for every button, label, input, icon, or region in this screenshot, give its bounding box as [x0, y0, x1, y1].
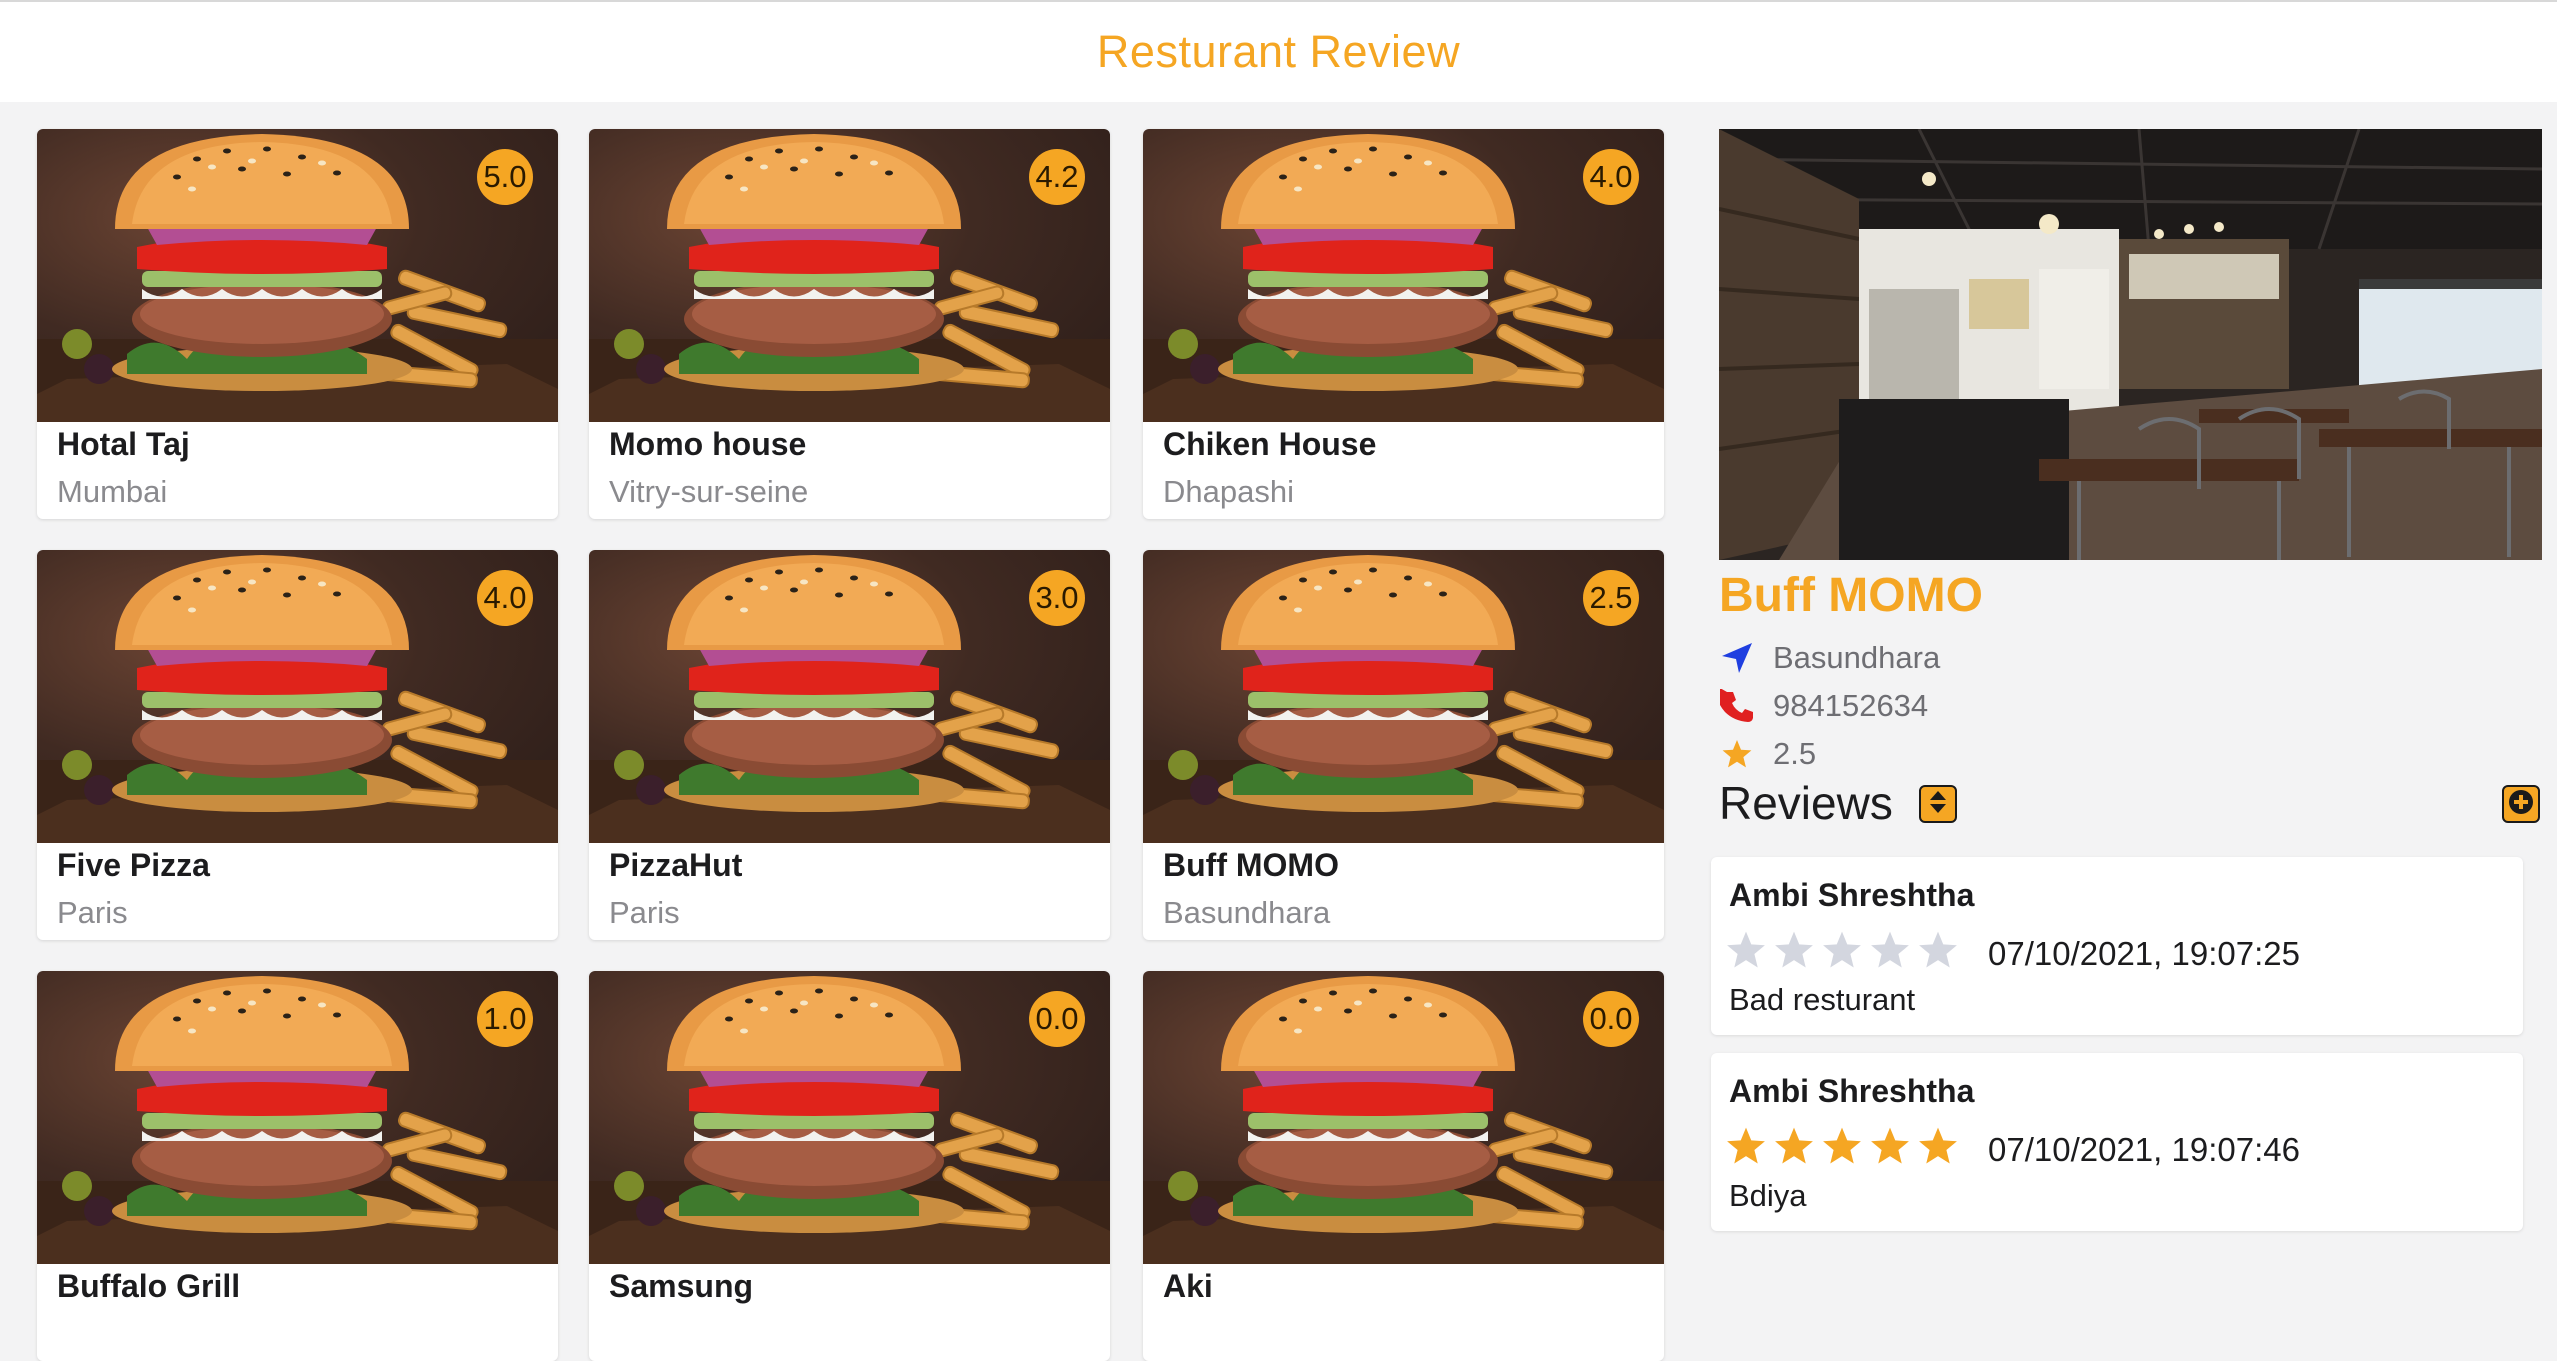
restaurant-card[interactable]: 1.0 Buffalo Grill [37, 971, 558, 1361]
rating-badge: 0.0 [1583, 991, 1639, 1047]
address-row: Basundhara [1719, 636, 1940, 680]
restaurant-name: Momo house [609, 426, 807, 462]
rating-badge: 1.0 [477, 991, 533, 1047]
phone-text: 984152634 [1773, 688, 1929, 723]
star-icon [1725, 1125, 1773, 1172]
review-star-rating [1725, 1125, 1965, 1172]
restaurant-location: Vitry-sur-seine [609, 474, 809, 509]
restaurant-location: Basundhara [1163, 895, 1331, 930]
rating-row: 2.5 [1719, 732, 1816, 776]
rating-badge: 5.0 [477, 149, 533, 205]
restaurant-card[interactable]: 4.2 Momo house Vitry-sur-seine [589, 129, 1110, 519]
star-icon [1869, 1125, 1917, 1172]
plus-circle-icon [2507, 788, 2535, 821]
phone-icon [1719, 688, 1755, 724]
restaurant-name: Buff MOMO [1163, 847, 1339, 883]
star-icon [1869, 929, 1917, 976]
rating-text: 2.5 [1773, 736, 1817, 771]
restaurant-card[interactable]: 0.0 Samsung [589, 971, 1110, 1361]
restaurant-card[interactable]: 3.0 PizzaHut Paris [589, 550, 1110, 940]
review-text: Bdiya [1729, 1178, 1807, 1213]
restaurant-name: Samsung [609, 1268, 754, 1304]
restaurant-location: Dhapashi [1163, 474, 1294, 509]
restaurant-image: 1.0 [37, 971, 558, 1264]
restaurant-name: Chiken House [1163, 426, 1377, 462]
header-bar: Resturant Review [0, 0, 2557, 102]
restaurant-card[interactable]: 0.0 Aki [1143, 971, 1664, 1361]
restaurant-image: 2.5 [1143, 550, 1664, 843]
restaurant-location: Paris [57, 895, 128, 930]
restaurant-name: Buffalo Grill [57, 1268, 241, 1304]
phone-row: 984152634 [1719, 684, 1928, 728]
app-title: Resturant Review [1096, 26, 1461, 77]
review-timestamp: 07/10/2021, 19:07:46 [1988, 1131, 2300, 1168]
rating-badge: 3.0 [1029, 570, 1085, 626]
review-text: Bad resturant [1729, 982, 1916, 1017]
review-card: Ambi Shreshtha 07/10/2021, 19:07:46 Bdiya [1711, 1053, 2523, 1231]
rating-badge: 0.0 [1029, 991, 1085, 1047]
review-author: Ambi Shreshtha [1729, 1073, 1975, 1109]
restaurant-name: Five Pizza [57, 847, 210, 883]
star-icon [1821, 1125, 1869, 1172]
restaurant-image: 0.0 [1143, 971, 1664, 1264]
star-icon [1719, 736, 1755, 772]
review-author: Ambi Shreshtha [1729, 877, 1975, 913]
rating-badge: 4.0 [477, 570, 533, 626]
star-icon [1917, 929, 1965, 976]
restaurant-card[interactable]: 4.0 Chiken House Dhapashi [1143, 129, 1664, 519]
star-icon [1773, 1125, 1821, 1172]
add-review-button[interactable] [2502, 785, 2540, 823]
restaurant-image: 4.2 [589, 129, 1110, 422]
star-icon [1821, 929, 1869, 976]
restaurant-name: Aki [1163, 1268, 1213, 1304]
star-icon [1917, 1125, 1965, 1172]
address-text: Basundhara [1773, 640, 1941, 675]
restaurant-location: Mumbai [57, 474, 168, 509]
review-star-rating [1725, 929, 1965, 976]
rating-badge: 4.2 [1029, 149, 1085, 205]
star-icon [1773, 929, 1821, 976]
restaurant-card[interactable]: 4.0 Five Pizza Paris [37, 550, 558, 940]
restaurant-name: PizzaHut [609, 847, 743, 883]
restaurant-image: 5.0 [37, 129, 558, 422]
rating-badge: 2.5 [1583, 570, 1639, 626]
location-arrow-icon [1719, 640, 1755, 676]
restaurant-location: Paris [609, 895, 680, 930]
restaurant-image: 0.0 [589, 971, 1110, 1264]
reviews-heading: Reviews [1719, 777, 1893, 829]
selected-restaurant-name: Buff MOMO [1719, 569, 1983, 622]
sort-reviews-button[interactable] [1919, 785, 1957, 823]
restaurant-name: Hotal Taj [57, 426, 190, 462]
rating-badge: 4.0 [1583, 149, 1639, 205]
restaurant-image: 3.0 [589, 550, 1110, 843]
star-icon [1725, 929, 1773, 976]
restaurant-image: 4.0 [1143, 129, 1664, 422]
review-timestamp: 07/10/2021, 19:07:25 [1988, 935, 2300, 972]
review-card: Ambi Shreshtha 07/10/2021, 19:07:25 Bad re… [1711, 857, 2523, 1035]
restaurant-photo [1719, 129, 2542, 560]
restaurant-card[interactable]: 5.0 Hotal Taj Mumbai [37, 129, 558, 519]
restaurant-card[interactable]: 2.5 Buff MOMO Basundhara [1143, 550, 1664, 940]
sort-icon [1927, 789, 1949, 820]
restaurant-image: 4.0 [37, 550, 558, 843]
